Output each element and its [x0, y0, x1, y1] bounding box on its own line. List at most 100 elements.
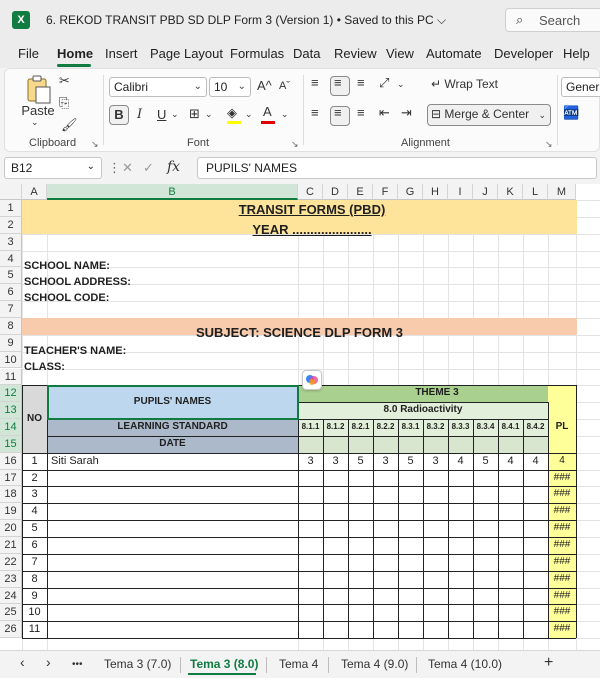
row-header[interactable]: 8 — [0, 317, 22, 335]
enter-icon[interactable]: ✓ — [143, 160, 154, 176]
underline-button[interactable]: U — [157, 107, 166, 122]
student-name-cell[interactable] — [49, 571, 296, 588]
row-header[interactable]: 20 — [0, 520, 22, 537]
copy-icon[interactable]: ⎘ — [59, 95, 69, 111]
tab-formulas[interactable]: Formulas — [230, 46, 284, 61]
row-header[interactable]: 1 — [0, 200, 22, 217]
learning-standard-code[interactable]: 8.3.3 — [448, 419, 473, 436]
score-cell[interactable]: 4 — [448, 453, 473, 470]
font-name-dropdown[interactable]: Calibri ⌄ — [109, 77, 207, 97]
row-header[interactable]: 9 — [0, 334, 22, 352]
learning-standard-code[interactable]: 8.2.2 — [373, 419, 398, 436]
tab-review[interactable]: Review — [334, 46, 377, 61]
copilot-icon[interactable] — [302, 370, 322, 390]
row-header[interactable]: 12 — [0, 385, 22, 403]
score-cell[interactable]: 4 — [523, 453, 548, 470]
row-header[interactable]: 16 — [0, 452, 22, 470]
more-options-icon[interactable]: ⋮ — [108, 160, 121, 176]
pl-value-cell[interactable]: ### — [548, 486, 576, 503]
tab-home[interactable]: Home — [57, 46, 93, 61]
chevron-down-icon[interactable]: ⌄ — [205, 109, 213, 120]
column-header[interactable]: I — [448, 184, 473, 200]
pl-value-cell[interactable]: ### — [548, 470, 576, 487]
column-header[interactable]: B — [47, 184, 298, 200]
row-header[interactable]: 3 — [0, 233, 22, 251]
paste-icon[interactable] — [23, 75, 53, 105]
learning-standard-code[interactable]: 8.4.2 — [523, 419, 548, 436]
column-header[interactable]: D — [323, 184, 348, 200]
chevron-down-icon[interactable]: ⌄ — [171, 109, 179, 120]
column-header[interactable]: F — [373, 184, 398, 200]
merge-center-button[interactable]: ⊟ Merge & Center ⌄ — [431, 107, 546, 121]
cut-icon[interactable]: ✂ — [59, 73, 70, 89]
clipboard-launcher-icon[interactable]: ↘ — [91, 139, 99, 150]
student-name-cell[interactable] — [49, 604, 296, 621]
decrease-indent-icon[interactable]: ⇤ — [379, 105, 390, 121]
row-header[interactable]: 18 — [0, 486, 22, 504]
pupils-names-header[interactable]: PUPILS' NAMES — [47, 385, 298, 419]
learning-standard-code[interactable]: 8.2.1 — [348, 419, 373, 436]
learning-standard-header[interactable]: LEARNING STANDARD — [47, 419, 298, 436]
sheet-tab-1[interactable]: Tema 3 (7.0) — [104, 657, 171, 671]
font-size-dropdown[interactable]: 10 ⌄ — [209, 77, 251, 97]
score-cell[interactable]: 3 — [373, 453, 398, 470]
learning-standard-code[interactable]: 8.4.1 — [498, 419, 523, 436]
accounting-format-icon[interactable]: 🏧 — [563, 105, 579, 121]
learning-standard-code[interactable]: 8.3.2 — [423, 419, 448, 436]
tab-data[interactable]: Data — [293, 46, 320, 61]
align-center-icon[interactable]: ≡ — [334, 105, 342, 120]
student-name-cell[interactable] — [49, 470, 296, 487]
align-bottom-icon[interactable]: ≡ — [357, 75, 365, 90]
tab-insert[interactable]: Insert — [105, 46, 138, 61]
window-title[interactable]: 6. REKOD TRANSIT PBD SD DLP Form 3 (Vers… — [46, 13, 446, 28]
theme-header[interactable]: THEME 3 — [298, 385, 576, 402]
learning-standard-code[interactable]: 8.3.4 — [473, 419, 498, 436]
bold-button[interactable]: B — [109, 107, 129, 122]
school-name-label[interactable]: SCHOOL NAME: — [24, 260, 110, 272]
pl-value-cell[interactable]: ### — [548, 537, 576, 554]
wrap-text-button[interactable]: ↵ Wrap Text — [431, 77, 498, 91]
row-header[interactable]: 2 — [0, 216, 22, 234]
chevron-down-icon[interactable]: ⌄ — [245, 109, 253, 120]
student-name-cell[interactable] — [49, 486, 296, 503]
sheet-tab-5[interactable]: Tema 4 (10.0) — [428, 657, 502, 671]
align-middle-icon[interactable]: ≡ — [334, 75, 342, 90]
school-address-label[interactable]: SCHOOL ADDRESS: — [24, 276, 131, 288]
select-all-corner[interactable] — [0, 184, 22, 200]
column-header[interactable]: K — [498, 184, 523, 200]
column-header[interactable]: A — [22, 184, 47, 200]
increase-indent-icon[interactable]: ⇥ — [401, 105, 412, 121]
student-name-cell[interactable] — [49, 503, 296, 520]
pl-value-cell[interactable]: ### — [548, 554, 576, 571]
chevron-down-icon[interactable]: ⌄ — [31, 117, 39, 128]
next-sheet-button[interactable]: › — [46, 654, 51, 670]
student-name-cell[interactable] — [49, 588, 296, 605]
row-header[interactable]: 22 — [0, 553, 22, 571]
row-header[interactable]: 4 — [0, 250, 22, 268]
student-no-cell[interactable]: 9 — [22, 588, 47, 605]
student-name-cell[interactable] — [49, 621, 296, 638]
score-cell[interactable]: 3 — [423, 453, 448, 470]
alignment-launcher-icon[interactable]: ↘ — [545, 139, 553, 150]
format-painter-icon[interactable]: 🖌 — [61, 117, 78, 133]
student-no-cell[interactable]: 3 — [22, 486, 47, 503]
row-header[interactable]: 14 — [0, 419, 22, 436]
more-sheets-button[interactable]: ••• — [72, 659, 83, 670]
school-code-label[interactable]: SCHOOL CODE: — [24, 292, 109, 304]
pl-value-cell[interactable]: 4 — [548, 453, 576, 470]
sheet-tab-4[interactable]: Tema 4 (9.0) — [341, 657, 408, 671]
formula-input[interactable]: PUPILS' NAMES — [197, 157, 597, 179]
align-right-icon[interactable]: ≡ — [357, 105, 365, 120]
column-header[interactable]: C — [298, 184, 323, 200]
add-sheet-button[interactable]: + — [544, 654, 553, 672]
tab-developer[interactable]: Developer — [494, 46, 553, 61]
sheet-title[interactable]: TRANSIT FORMS (PBD) — [47, 202, 577, 218]
student-no-cell[interactable]: 7 — [22, 554, 47, 571]
chevron-down-icon[interactable]: ⌄ — [281, 109, 289, 120]
score-cell[interactable]: 4 — [498, 453, 523, 470]
tab-view[interactable]: View — [386, 46, 414, 61]
sheet-tab-3[interactable]: Tema 4 — [279, 657, 318, 671]
pl-value-cell[interactable]: ### — [548, 520, 576, 537]
row-header[interactable]: 26 — [0, 621, 22, 639]
date-header[interactable]: DATE — [47, 436, 298, 453]
